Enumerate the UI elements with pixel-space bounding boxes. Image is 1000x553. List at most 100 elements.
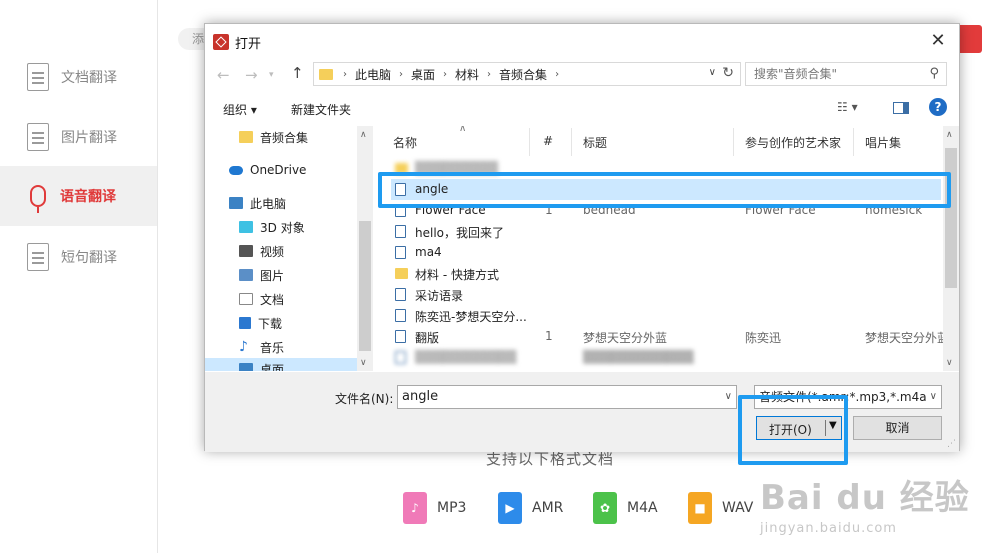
format-wav: ■ WAV — [688, 492, 753, 524]
sidebar-item-label: 文档翻译 — [61, 70, 117, 86]
dialog-titlebar[interactable]: 打开 ✕ — [205, 24, 959, 58]
format-mp3: ♪ MP3 — [403, 492, 466, 524]
forward-arrow-icon[interactable]: → — [245, 66, 258, 84]
column-separator[interactable] — [529, 128, 530, 156]
chevron-right-icon: › — [487, 68, 492, 80]
audio-file-icon — [395, 246, 406, 259]
new-folder-button[interactable]: 新建文件夹 — [291, 101, 351, 118]
search-placeholder: 搜索"音频合集" — [754, 67, 838, 81]
nav-item-3d-objects[interactable]: 3D 对象 — [239, 216, 305, 238]
up-arrow-icon[interactable]: ↑ — [291, 64, 304, 82]
cloud-icon — [229, 165, 243, 175]
nav-item-label: 图片 — [260, 268, 285, 283]
scrollbar-thumb[interactable] — [359, 221, 371, 351]
nav-pane-scrollbar[interactable]: ∧ ∨ — [357, 126, 373, 371]
folder-icon — [239, 131, 253, 143]
format-label: WAV — [722, 500, 754, 516]
chevron-down-icon[interactable]: ∨ — [360, 358, 367, 368]
chevron-down-icon[interactable]: ∨ — [926, 386, 937, 408]
highlight-selected-file — [378, 172, 951, 208]
table-row[interactable]: 翻版 1 梦想天空分外蓝 陈奕迅 梦想天空分外蓝 — [391, 326, 949, 347]
nav-item-this-pc[interactable]: 此电脑 — [229, 192, 286, 214]
play-icon: ▶ — [498, 492, 522, 524]
refresh-icon[interactable]: ↻ — [722, 65, 734, 81]
table-row[interactable]: ma4 — [391, 242, 941, 263]
audio-file-icon — [395, 351, 406, 364]
table-row[interactable]: 采访语录 — [391, 284, 941, 305]
resize-grip-icon[interactable]: ⋰ — [947, 439, 956, 449]
nav-item-label: 此电脑 — [250, 196, 287, 211]
audio-file-icon — [395, 330, 406, 343]
chevron-down-icon[interactable]: ∨ — [709, 67, 716, 78]
table-row[interactable]: 材料 - 快捷方式 — [391, 263, 941, 284]
chevron-right-icon: › — [399, 68, 404, 80]
nav-item-audio-folder[interactable]: 音频合集 — [239, 126, 308, 148]
close-icon[interactable]: ✕ — [927, 30, 949, 52]
chevron-up-icon[interactable]: ∧ — [946, 130, 953, 140]
back-arrow-icon[interactable]: ← — [217, 66, 230, 84]
nav-item-documents[interactable]: 文档 — [239, 288, 284, 310]
file-name-blurred: ▒▒▒▒▒▒▒▒▒▒▒ — [415, 350, 517, 364]
cancel-button[interactable]: 取消 — [853, 416, 942, 440]
breadcrumb-item[interactable]: 此电脑 — [355, 66, 391, 83]
nav-item-downloads[interactable]: 下载 — [239, 312, 282, 334]
breadcrumb-item[interactable]: 材料 — [455, 66, 479, 83]
chevron-right-icon: › — [443, 68, 448, 80]
format-label: MP3 — [437, 500, 467, 516]
chevron-right-icon: › — [555, 68, 560, 80]
table-row[interactable]: hello，我回来了 — [391, 221, 941, 242]
column-header-name[interactable]: 名称 — [393, 134, 417, 151]
file-album: 梦想天空分外蓝 — [865, 331, 950, 345]
image-icon — [27, 123, 49, 151]
column-header-number[interactable]: # — [543, 134, 553, 148]
table-row[interactable]: 陈奕迅-梦想天空分... — [391, 305, 941, 326]
column-header-artist[interactable]: 参与创作的艺术家 — [745, 134, 841, 151]
sidebar-item-document[interactable]: 文档翻译 — [0, 47, 157, 107]
sidebar-item-image[interactable]: 图片翻译 — [0, 107, 157, 167]
audio-file-icon — [395, 309, 406, 322]
help-icon[interactable]: ? — [929, 98, 947, 116]
nav-item-pictures[interactable]: 图片 — [239, 264, 284, 286]
nav-item-label: 音乐 — [260, 340, 285, 355]
preview-pane-icon[interactable] — [893, 102, 909, 114]
filename-input[interactable]: angle ∨ — [397, 385, 737, 409]
sidebar-item-label: 短句翻译 — [61, 250, 117, 266]
video-camera-icon: ■ — [688, 492, 712, 524]
nav-item-label: 文档 — [260, 292, 285, 307]
column-header-title[interactable]: 标题 — [583, 134, 607, 151]
file-list-scrollbar[interactable]: ∧ ∨ — [943, 126, 959, 371]
column-separator[interactable] — [571, 128, 572, 156]
column-header-album[interactable]: 唱片集 — [865, 134, 901, 151]
nav-item-onedrive[interactable]: OneDrive — [229, 159, 306, 181]
text-icon — [27, 243, 49, 271]
cube-icon — [239, 221, 253, 233]
scrollbar-thumb[interactable] — [945, 148, 957, 288]
search-input[interactable]: 搜索"音频合集" ⚲ — [745, 62, 947, 86]
file-name: 采访语录 — [415, 289, 464, 303]
column-separator[interactable] — [853, 128, 854, 156]
address-bar[interactable]: › 此电脑 › 桌面 › 材料 › 音频合集 › ∨ ↻ — [313, 62, 741, 86]
sidebar-item-voice[interactable]: 语音翻译 — [0, 166, 157, 226]
nav-item-videos[interactable]: 视频 — [239, 240, 284, 262]
chevron-down-icon[interactable]: ∨ — [946, 358, 953, 368]
film-reel-icon: ✿ — [593, 492, 617, 524]
nav-item-label: 视频 — [260, 244, 285, 259]
view-options-icon[interactable]: ☷ ▾ — [837, 100, 858, 114]
format-amr: ▶ AMR — [498, 492, 563, 524]
filename-value: angle — [402, 389, 439, 404]
sidebar-item-sentence[interactable]: 短句翻译 — [0, 227, 157, 287]
chevron-down-icon[interactable]: ∨ — [725, 386, 732, 408]
dialog-toolbar: 组织 ▾ 新建文件夹 ☷ ▾ ? — [205, 92, 959, 126]
music-icon: ♪ — [239, 339, 248, 355]
organize-menu-button[interactable]: 组织 ▾ — [223, 101, 257, 118]
breadcrumb-item[interactable]: 桌面 — [411, 66, 435, 83]
chevron-up-icon[interactable]: ∧ — [360, 130, 367, 140]
nav-item-music[interactable]: ♪ 音乐 — [239, 336, 284, 358]
open-file-dialog: 打开 ✕ ← → ▾ ↑ › 此电脑 › 桌面 › 材料 › 音频合集 › ∨ … — [204, 23, 960, 452]
breadcrumb-item[interactable]: 音频合集 — [499, 66, 547, 83]
sort-ascending-icon: ∧ — [459, 126, 467, 134]
column-separator[interactable] — [733, 128, 734, 156]
nav-item-desktop[interactable]: 桌面 — [205, 358, 357, 371]
recent-dropdown-icon[interactable]: ▾ — [269, 70, 274, 80]
format-label: M4A — [627, 500, 658, 516]
